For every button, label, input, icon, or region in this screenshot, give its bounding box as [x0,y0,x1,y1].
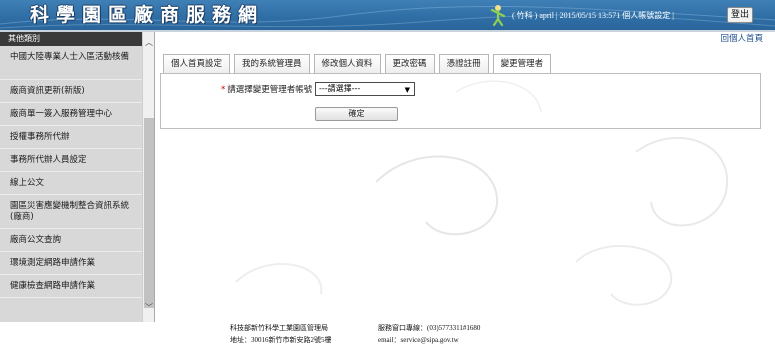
user-figure-icon [490,5,506,26]
sidebar-item-mainland-professional-filing[interactable]: 中國大陸專業人士入區活動核備 [0,46,142,80]
sidebar: 其他類別 中國大陸專業人士入區活動核備 廠商資訊更新(新版) 廠商單一簽入服務管… [0,32,155,322]
sidebar-menu: 中國大陸專業人士入區活動核備 廠商資訊更新(新版) 廠商單一簽入服務管理中心 授… [0,46,142,298]
sidebar-item-disaster-response-system[interactable]: 園區災害應變機制整合資訊系統 (廠商) [0,195,142,229]
chevron-up-icon[interactable]: ︿ [143,36,154,49]
sidebar-item-authorize-agency[interactable]: 授權事務所代辦 [0,126,142,149]
confirm-button[interactable]: 確定 [315,107,398,121]
tab-personal-home-settings[interactable]: 個人首頁設定 [163,54,231,73]
site-title: 科學園區廠商服務網 [30,4,265,26]
tab-edit-profile[interactable]: 修改個人資料 [313,54,381,73]
personal-home-link[interactable]: 回個人首頁 [720,32,763,44]
sidebar-item-online-documents[interactable]: 線上公文 [0,172,142,195]
footer-email: email：service@sipa.gov.tw [378,336,459,344]
change-manager-panel: * 請選擇變更管理者帳號 ---請選擇--- ▼ 確定 [160,73,761,129]
footer: 科技部新竹科學工業園區管理局 地址：30016新竹市新安路2號5樓 服務窗口專線… [0,322,775,359]
sidebar-item-agency-staff-settings[interactable]: 事務所代辦人員設定 [0,149,142,172]
app-window: 科學園區廠商服務網 ( 竹科 ) april | 2015/05/15 13:5… [0,0,775,359]
sidebar-item-document-query[interactable]: 廠商公文查詢 [0,229,142,252]
footer-address: 地址：30016新竹市新安路2號5樓 [230,336,332,344]
sidebar-category-title: 其他類別 [0,32,142,46]
manager-account-label: * 請選擇變更管理者帳號 [221,83,312,95]
sidebar-item-company-info-update[interactable]: 廠商資訊更新(新版) [0,80,142,103]
tab-change-manager[interactable]: 變更管理者 [492,54,552,74]
tab-bar: 個人首頁設定 我的系統管理員 修改個人資料 更改密碼 憑證註冊 變更管理者 [163,54,555,74]
top-banner: 科學園區廠商服務網 ( 竹科 ) april | 2015/05/15 13:5… [0,0,775,30]
user-account-info[interactable]: ( 竹科 ) april | 2015/05/15 13:571 個人帳號設定 … [512,10,674,21]
footer-hotline: 服務窗口專線：(03)5773311#1680 [378,324,481,332]
sidebar-item-sso-management-center[interactable]: 廠商單一簽入服務管理中心 [0,103,142,126]
tab-my-system-admin[interactable]: 我的系統管理員 [234,54,310,73]
footer-organization: 科技部新竹科學工業園區管理局 [230,324,328,332]
chevron-down-icon: ▼ [404,86,410,94]
scrollbar-thumb[interactable] [144,118,154,308]
chevron-down-icon[interactable]: ﹀ [143,301,154,314]
main-content: 回個人首頁 個人首頁設定 我的系統管理員 修改個人資料 更改密碼 憑證註冊 變更… [156,32,775,322]
logout-button[interactable]: 登出 [727,7,753,23]
sidebar-item-environment-test-application[interactable]: 環境測定網路申請作業 [0,252,142,275]
manager-account-label-text: 請選擇變更管理者帳號 [227,85,313,95]
tab-certificate-registration[interactable]: 憑證註冊 [438,54,489,73]
sidebar-scrollbar[interactable]: ︿ ﹀ [142,32,154,322]
required-asterisk: * [221,85,226,95]
manager-select-value: ---請選擇--- [319,84,361,93]
tab-change-password[interactable]: 更改密碼 [384,54,435,73]
manager-account-select[interactable]: ---請選擇--- ▼ [315,82,415,96]
sidebar-item-health-check-application[interactable]: 健康檢查網路申請作業 [0,275,142,298]
